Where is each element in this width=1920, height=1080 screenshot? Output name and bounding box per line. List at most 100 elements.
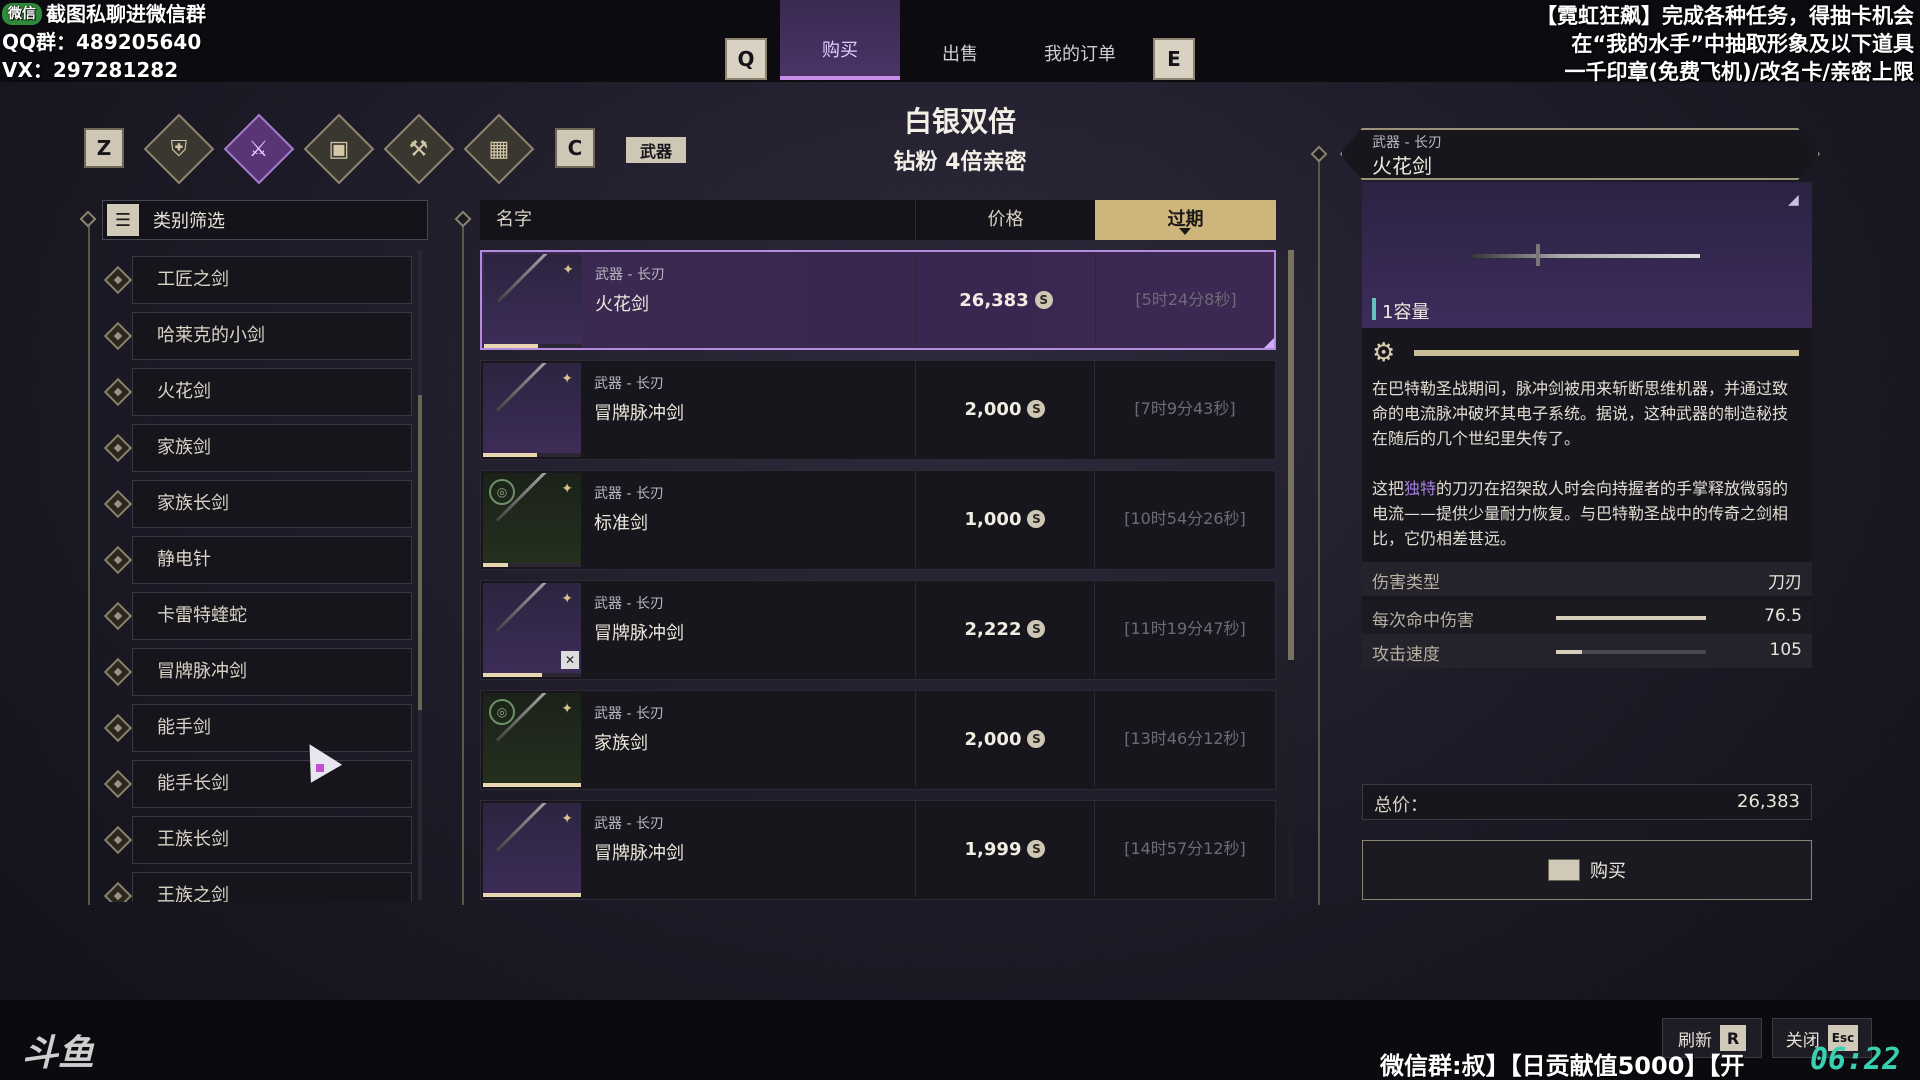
marked-icon: ✕ xyxy=(561,651,579,669)
item-expiry: [14时57分12秒] xyxy=(1124,839,1246,858)
sword-icon xyxy=(496,254,567,303)
category-tag: 武器 xyxy=(626,137,686,163)
buy-button[interactable]: 购买 xyxy=(1362,840,1812,900)
item-expiry: [10时54分26秒] xyxy=(1124,509,1246,528)
column-header-expiry-label: 过期 xyxy=(1167,209,1204,230)
category-item-label: 能手剑 xyxy=(132,704,412,752)
price-cell: 1,999 S xyxy=(915,801,1095,897)
category-tools[interactable]: ⚒ xyxy=(383,113,455,185)
item-name: 冒牌脉冲剑 xyxy=(594,843,684,864)
stat-bar xyxy=(1556,650,1706,654)
listing-scrollbar-thumb[interactable] xyxy=(1288,250,1294,660)
sword-icon xyxy=(495,363,566,412)
tab-sell[interactable]: 出售 xyxy=(915,0,1005,80)
diamond-bullet-icon xyxy=(103,825,133,855)
item-price: 1,000 xyxy=(964,508,1022,530)
category-weapons[interactable]: ⚔ xyxy=(223,113,295,185)
tab-buy[interactable]: 购买 xyxy=(780,0,900,80)
diamond-bullet-icon xyxy=(103,377,133,407)
durability-bar xyxy=(483,673,581,677)
tab-my-orders[interactable]: 我的订单 xyxy=(1020,0,1140,80)
stat-bar-fill xyxy=(1556,616,1706,620)
category-backpack[interactable]: ▣ xyxy=(303,113,375,185)
column-header-expiry[interactable]: 过期 xyxy=(1095,200,1276,240)
listing-row[interactable]: ✦ 武器 - 长刃 冒牌脉冲剑 2,000 S [7时9分43秒] xyxy=(480,360,1276,460)
price-cell: 2,000 S xyxy=(915,691,1095,787)
sword-icon xyxy=(1470,254,1700,258)
solari-coin-icon: S xyxy=(1027,730,1046,748)
item-expiry: [7时9分43秒] xyxy=(1134,399,1236,418)
filter-rail xyxy=(88,215,90,905)
category-list-item[interactable]: 卡雷特蝰蛇 xyxy=(100,588,414,644)
price-cell: 1,000 S xyxy=(915,471,1095,567)
category-list-item[interactable]: 王族长剑 xyxy=(100,812,414,868)
wechat-badge: 微信 xyxy=(2,3,42,25)
prev-tab-key[interactable]: Q xyxy=(725,38,767,80)
next-category-key[interactable]: C xyxy=(555,128,595,168)
banner-subtitle: 钻粉 4倍亲密 xyxy=(893,150,1027,175)
hilt-icon: ✦ xyxy=(561,811,573,827)
listing-row[interactable]: ✦ 武器 - 长刃 火花剑 26,383 S [5时24分8秒] xyxy=(480,250,1276,350)
durability-fill xyxy=(483,563,508,567)
listing-row[interactable]: ✦ ◎ 武器 - 长刃 标准剑 1,000 S [10时54分26秒] xyxy=(480,470,1276,570)
category-list-item[interactable]: 工匠之剑 xyxy=(100,252,414,308)
listing-row[interactable]: ✦ ✕ 武器 - 长刃 冒牌脉冲剑 2,222 S [11时19分47秒] xyxy=(480,580,1276,680)
buy-button-label: 购买 xyxy=(1590,861,1626,882)
stat-value: 76.5 xyxy=(1764,606,1802,626)
corner-mark-icon: ◢ xyxy=(1788,192,1799,208)
item-type: 武器 - 长刃 xyxy=(595,267,665,283)
category-list-item[interactable]: 火花剑 xyxy=(100,364,414,420)
category-list-item[interactable]: 静电针 xyxy=(100,532,414,588)
item-thumbnail: ✦ ◎ xyxy=(483,473,581,567)
price-cell: 2,222 S xyxy=(915,581,1095,677)
diamond-bullet-icon xyxy=(103,657,133,687)
listing-row[interactable]: ✦ ◎ 武器 - 长刃 家族剑 2,000 S [13时46分12秒] xyxy=(480,690,1276,790)
item-type: 武器 - 长刃 xyxy=(594,486,664,502)
durability-fill xyxy=(484,344,538,348)
item-thumbnail: ✦ xyxy=(483,363,581,457)
item-name: 冒牌脉冲剑 xyxy=(594,623,684,644)
item-type: 武器 - 长刃 xyxy=(594,706,664,722)
item-price: 2,222 xyxy=(964,618,1022,640)
key-z-label: Z xyxy=(96,136,112,160)
key-c-label: C xyxy=(567,136,583,160)
category-item-label: 能手长剑 xyxy=(132,760,412,808)
key-q-label: Q xyxy=(737,47,755,71)
price-cell: 26,383 S xyxy=(916,252,1096,348)
solari-coin-icon: S xyxy=(1027,510,1046,528)
filter-rail-ornament xyxy=(79,210,97,228)
stat-bar-fill xyxy=(1556,650,1582,654)
stream-overlay-left: 微信 截图私聊进微信群 QQ群：489205640 VX：297281282 xyxy=(0,0,300,84)
diamond-bullet-icon xyxy=(103,601,133,631)
armor-icon: ⛨ xyxy=(170,136,188,162)
category-misc[interactable]: ▦ xyxy=(463,113,535,185)
category-list-item[interactable]: 能手长剑 xyxy=(100,756,414,812)
stat-row-damage: 每次命中伤害 76.5 xyxy=(1362,600,1812,634)
solari-coin-icon: S xyxy=(1027,840,1046,858)
column-header-price[interactable]: 价格 xyxy=(915,200,1095,240)
stream-ticker: 微信群:叔】【日贡献值5000】【开 xyxy=(1380,1052,1745,1080)
overlay-line-3: VX：297281282 xyxy=(2,58,179,82)
category-filter-header[interactable]: ☰ 类别筛选 xyxy=(102,200,428,240)
category-item-label: 王族长剑 xyxy=(132,816,412,864)
category-item-label: 哈莱克的小剑 xyxy=(132,312,412,360)
filter-scrollbar-thumb[interactable] xyxy=(418,395,422,710)
category-armor[interactable]: ⛨ xyxy=(143,113,215,185)
durability-bar xyxy=(1414,350,1799,356)
category-list-item[interactable]: 家族长剑 xyxy=(100,476,414,532)
category-list-item[interactable]: 家族剑 xyxy=(100,420,414,476)
category-list-item[interactable]: 哈莱克的小剑 xyxy=(100,308,414,364)
category-list-item[interactable]: 冒牌脉冲剑 xyxy=(100,644,414,700)
item-expiry: [13时46分12秒] xyxy=(1124,729,1246,748)
category-list-item[interactable]: 能手剑 xyxy=(100,700,414,756)
category-item-label: 静电针 xyxy=(132,536,412,584)
stream-overlay-right: 【霓虹狂飙】完成各种任务，得抽卡机会 在“我的水手”中抽取形象及以下道具 一千印… xyxy=(1494,2,1914,86)
listing-rail-ornament xyxy=(454,210,472,228)
column-header-name[interactable]: 名字 xyxy=(496,200,532,240)
next-tab-key[interactable]: E xyxy=(1153,38,1195,80)
category-list-item[interactable]: 王族之剑 xyxy=(100,868,414,902)
desc-highlight: 独特 xyxy=(1404,479,1437,498)
prev-category-key[interactable]: Z xyxy=(84,128,124,168)
listing-row[interactable]: ✦ 武器 - 长刃 冒牌脉冲剑 1,999 S [14时57分12秒] xyxy=(480,800,1276,900)
key-e-label: E xyxy=(1167,47,1181,71)
